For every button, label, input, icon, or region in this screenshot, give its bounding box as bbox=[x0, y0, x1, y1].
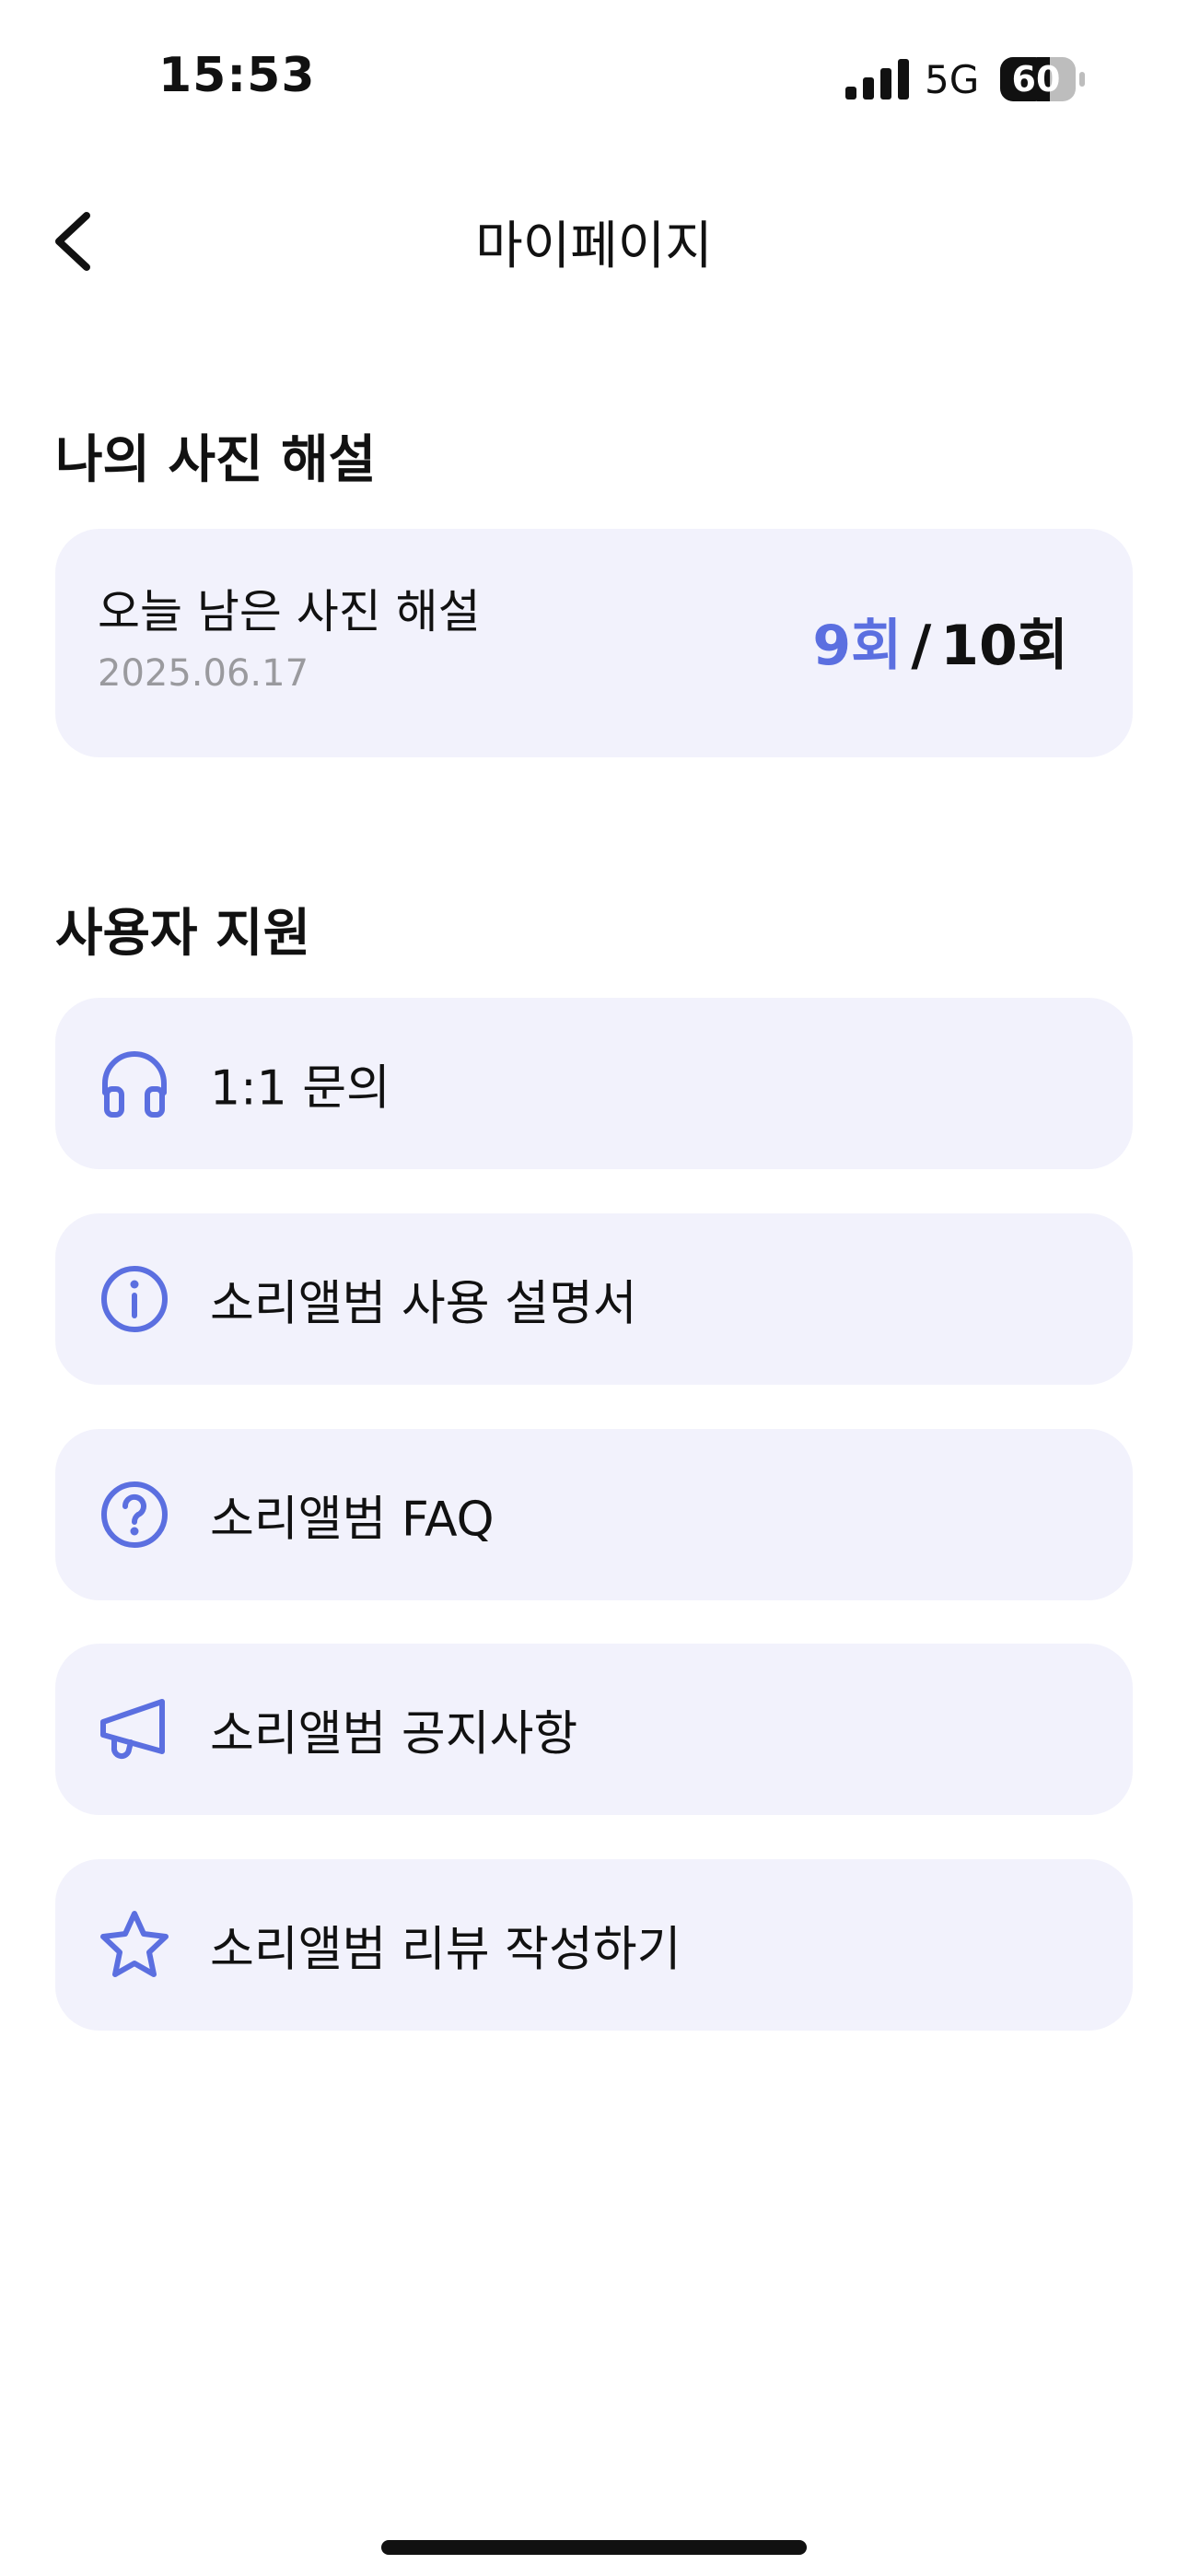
menu-item-inquiry[interactable]: 1:1 문의 bbox=[55, 998, 1133, 1169]
menu-item-notice[interactable]: 소리앨범 공지사항 bbox=[55, 1644, 1133, 1815]
usage-count: 9회/10회 bbox=[812, 601, 1068, 681]
battery-level: 60 bbox=[1011, 59, 1061, 100]
menu-item-manual[interactable]: 소리앨범 사용 설명서 bbox=[55, 1213, 1133, 1385]
menu-label: 소리앨범 리뷰 작성하기 bbox=[210, 1922, 681, 1978]
usage-label: 오늘 남은 사진 해설 bbox=[98, 585, 481, 638]
menu-label: 1:1 문의 bbox=[210, 1060, 390, 1117]
network-type: 5G bbox=[925, 57, 980, 102]
menu-item-review[interactable]: 소리앨범 리뷰 작성하기 bbox=[55, 1859, 1133, 2031]
signal-icon bbox=[845, 59, 909, 100]
menu-label: 소리앨범 사용 설명서 bbox=[210, 1276, 637, 1332]
info-icon bbox=[101, 1266, 168, 1332]
photo-section-title: 나의 사진 해설 bbox=[55, 430, 377, 490]
usage-date: 2025.06.17 bbox=[98, 652, 309, 695]
home-indicator[interactable] bbox=[381, 2540, 807, 2555]
page-title: 마이페이지 bbox=[475, 217, 713, 276]
usage-separator: / bbox=[911, 614, 932, 678]
question-icon bbox=[101, 1481, 168, 1548]
menu-label: 소리앨범 공지사항 bbox=[210, 1706, 578, 1762]
menu-item-faq[interactable]: 소리앨범 FAQ bbox=[55, 1429, 1133, 1600]
menu-label: 소리앨범 FAQ bbox=[210, 1492, 495, 1548]
status-time: 15:53 bbox=[158, 48, 316, 103]
star-icon bbox=[100, 1911, 169, 1977]
usage-total: 10회 bbox=[940, 614, 1068, 678]
megaphone-icon bbox=[100, 1699, 165, 1760]
headphones-icon bbox=[102, 1051, 167, 1118]
my-page-screen: 15:53 5G 60 마이페이지 나의 사진 해설 오늘 남은 사진 해설 2… bbox=[0, 0, 1188, 2576]
usage-card: 오늘 남은 사진 해설 2025.06.17 9회/10회 bbox=[55, 529, 1133, 757]
support-section-title: 사용자 지원 bbox=[55, 904, 311, 964]
usage-used: 9회 bbox=[812, 614, 903, 678]
